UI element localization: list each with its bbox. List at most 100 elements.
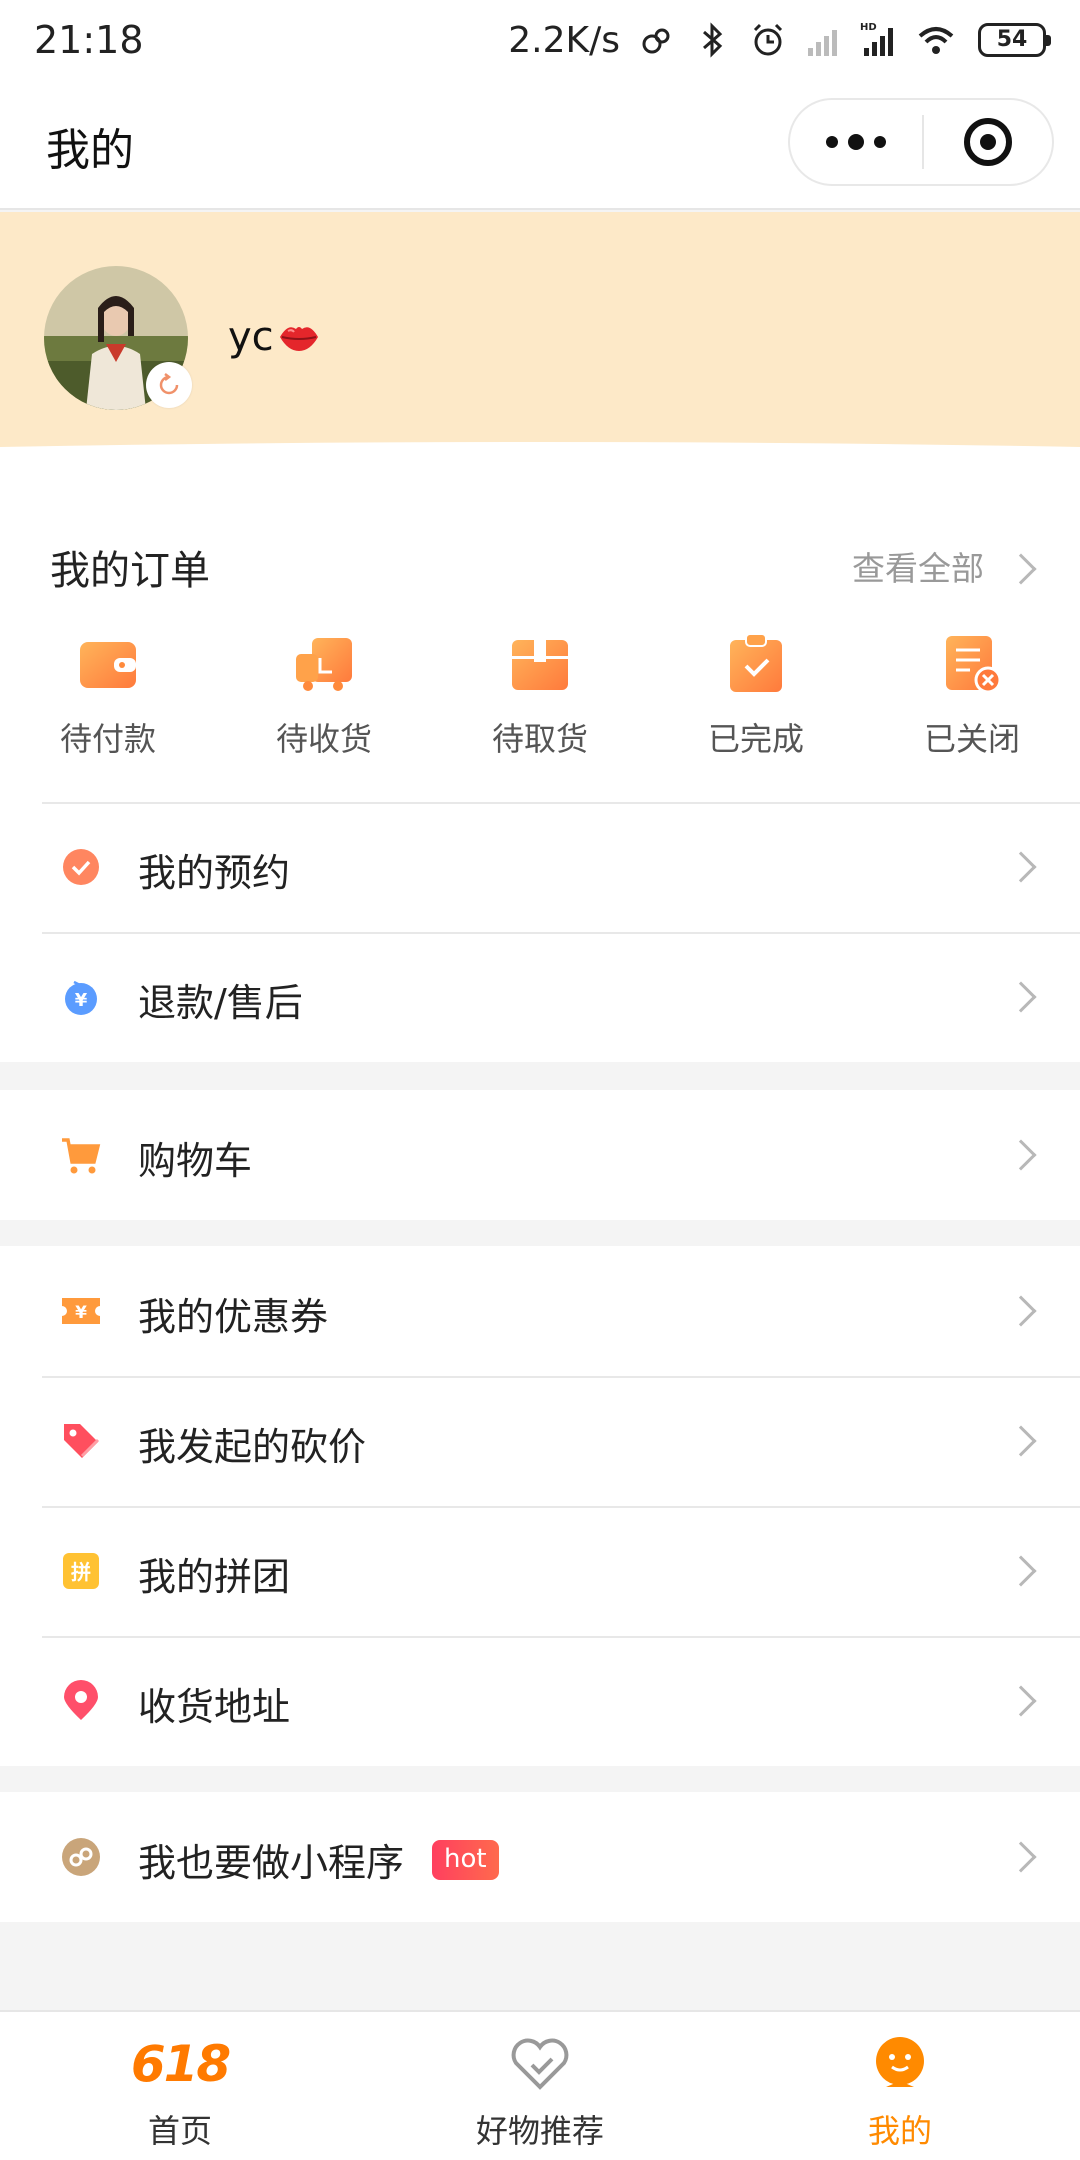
order-status-label: 已关闭 <box>923 720 1020 758</box>
username-text: yc <box>228 314 274 360</box>
chevron-right-icon <box>1005 1841 1037 1873</box>
user-face-icon <box>876 2037 924 2087</box>
more-dot-icon <box>848 134 864 150</box>
tab-recommend[interactable]: 好物推荐 <box>360 2012 720 2160</box>
status-icons: 2.2K/s HD 54 <box>508 19 1051 61</box>
view-all-orders-link[interactable]: 查看全部 <box>852 542 984 590</box>
home-618-logo: 618 <box>130 2035 231 2093</box>
row-divider <box>42 1376 1080 1378</box>
chevron-right-icon <box>1005 1555 1037 1587</box>
menu-row-label: 我发起的砍价 <box>138 1416 366 1471</box>
tab-recommend-label: 好物推荐 <box>475 2112 604 2150</box>
tab-mine-icon-wrap <box>865 2034 935 2094</box>
refund-icon: ¥ <box>65 980 97 1015</box>
close-mini-program-button[interactable] <box>924 118 1052 166</box>
svg-text:拼: 拼 <box>71 1560 91 1584</box>
tab-home[interactable]: 618 首页 <box>0 2012 360 2160</box>
order-status-label: 待取货 <box>491 720 588 758</box>
clipboard-check-icon <box>730 633 782 692</box>
status-time: 21:18 <box>34 18 144 62</box>
coupon-icon: ¥ <box>62 1298 100 1324</box>
svg-text:HD: HD <box>860 22 877 33</box>
menu-row-label: 我也要做小程序 hot <box>138 1832 499 1887</box>
svg-text:¥: ¥ <box>75 1303 87 1323</box>
row-divider <box>42 802 1080 804</box>
tab-home-label: 首页 <box>147 2112 212 2150</box>
menu-row-coupons[interactable]: ¥ 我的优惠券 <box>0 1246 1080 1376</box>
heart-check-icon <box>511 2038 569 2090</box>
lips-icon <box>279 327 318 351</box>
nav-bar: 我的 <box>0 80 1080 210</box>
chevron-right-icon <box>1005 981 1037 1013</box>
row-divider <box>42 1636 1080 1638</box>
page-title: 我的 <box>46 125 134 176</box>
signal-strong-icon: HD <box>860 22 893 56</box>
menu-row-mini-program[interactable]: 我也要做小程序 hot <box>0 1792 1080 1922</box>
coupons-label: 我的优惠券 <box>138 1295 329 1339</box>
signal-weak-icon <box>808 30 837 56</box>
row-divider <box>42 932 1080 934</box>
svg-text:¥: ¥ <box>75 990 88 1011</box>
more-button[interactable] <box>790 100 922 184</box>
row-divider <box>42 1506 1080 1508</box>
reservation-label: 我的预约 <box>138 851 291 895</box>
bargain-label: 我发起的砍价 <box>138 1425 367 1469</box>
menu-row-cart[interactable]: 购物车 <box>0 1090 1080 1220</box>
chevron-right-icon <box>1005 1139 1037 1171</box>
menu-row-label: 退款/售后 <box>138 972 303 1027</box>
chevron-right-icon <box>1005 1295 1037 1327</box>
target-icon <box>964 118 1012 166</box>
order-status-pending-payment[interactable]: 待付款 <box>0 632 216 760</box>
price-tag-icon <box>64 1424 100 1458</box>
location-pin-icon <box>64 1680 98 1720</box>
chevron-right-icon <box>1005 1425 1037 1457</box>
menu-row-label: 我的拼团 <box>138 1546 290 1601</box>
order-status-label: 待收货 <box>275 720 372 758</box>
tab-mine[interactable]: 我的 <box>720 2012 1080 2160</box>
truck-icon <box>296 638 352 691</box>
chevron-right-icon <box>1005 851 1037 883</box>
profile-header: yc <box>0 212 1080 462</box>
battery-icon: 54 <box>978 23 1051 57</box>
cart-icon <box>62 1138 101 1174</box>
more-dot-icon <box>826 136 838 148</box>
hot-badge: hot <box>432 1839 499 1880</box>
bottom-tab-bar: 618 首页 好物推荐 我的 <box>0 2010 1080 2160</box>
menu-row-reservation[interactable]: 我的预约 <box>0 802 1080 932</box>
status-bar: 21:18 2.2K/s HD 54 <box>0 0 1080 80</box>
network-speed: 2.2K/s <box>508 19 620 61</box>
document-close-icon <box>946 636 1002 694</box>
avatar-refresh-button[interactable] <box>146 362 192 408</box>
address-label: 收货地址 <box>138 1685 291 1729</box>
order-status-pending-pickup[interactable]: 待取货 <box>432 632 648 760</box>
mini-program-icon <box>62 1838 100 1876</box>
wallet-icon <box>80 642 136 688</box>
box-icon <box>512 640 568 690</box>
order-status-label: 待付款 <box>59 720 156 758</box>
chevron-right-icon <box>1005 1685 1037 1717</box>
alarm-icon <box>753 23 783 56</box>
order-status-pending-receipt[interactable]: 待收货 <box>216 632 432 760</box>
menu-row-label: 我的预约 <box>138 842 290 897</box>
menu-row-group-buy[interactable]: 拼 我的拼团 <box>0 1506 1080 1636</box>
chevron-right-icon <box>1005 553 1037 585</box>
cart-label: 购物车 <box>138 1139 253 1183</box>
order-status-label: 已完成 <box>707 720 804 758</box>
mini-program-label: 我也要做小程序 <box>138 1841 405 1885</box>
refund-label: 退款/售后 <box>138 981 303 1025</box>
menu-row-bargain[interactable]: 我发起的砍价 <box>0 1376 1080 1506</box>
order-status-completed[interactable]: 已完成 <box>648 632 864 760</box>
link-icon <box>642 28 670 54</box>
refresh-icon <box>159 373 179 395</box>
mini-program-capsule <box>788 98 1054 186</box>
order-status-closed[interactable]: 已关闭 <box>864 632 1080 760</box>
menu-row-address[interactable]: 收货地址 <box>0 1636 1080 1766</box>
tab-recommend-icon-wrap <box>505 2034 575 2094</box>
menu-row-label: 收货地址 <box>138 1676 290 1731</box>
tab-mine-label: 我的 <box>867 2112 932 2150</box>
menu-row-label: 我的优惠券 <box>138 1286 328 1341</box>
group-buy-icon: 拼 <box>63 1553 99 1589</box>
check-circle-icon <box>63 849 99 885</box>
menu-row-refund[interactable]: ¥ 退款/售后 <box>0 932 1080 1062</box>
home-618-icon: 618 <box>131 2034 231 2094</box>
